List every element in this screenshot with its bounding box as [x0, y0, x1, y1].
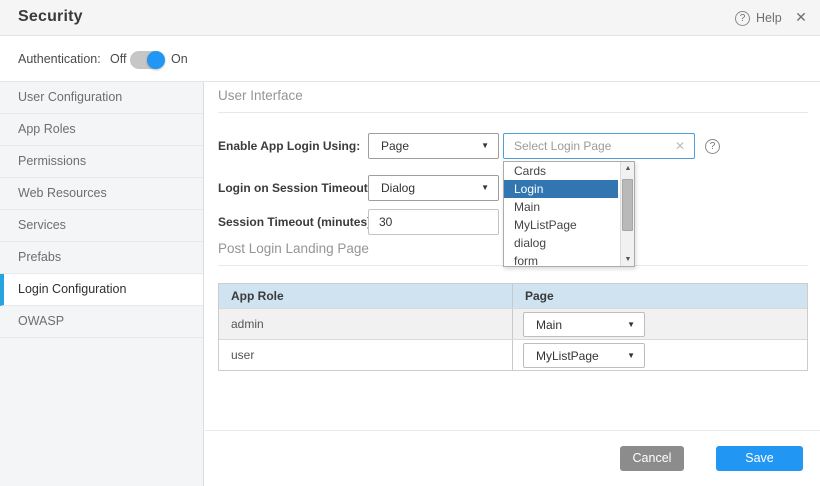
dropdown-option-main[interactable]: Main	[504, 198, 618, 216]
chevron-down-icon: ▼	[627, 313, 635, 337]
enable-app-login-label: Enable App Login Using:	[218, 133, 360, 159]
session-timeout-mode-label: Login on Session Timeout:	[218, 175, 372, 201]
security-dialog: Security ? Help ✕ Authentication: Off On…	[0, 0, 820, 486]
sidebar-item-web-resources[interactable]: Web Resources	[0, 178, 203, 210]
page-title: Security	[18, 8, 83, 26]
sidebar-item-services[interactable]: Services	[0, 210, 203, 242]
chevron-down-icon: ▼	[627, 344, 635, 368]
user-landing-page-select[interactable]: MyListPage ▼	[523, 343, 645, 368]
chevron-down-icon: ▼	[481, 134, 489, 158]
chevron-down-icon: ▼	[481, 176, 489, 200]
authentication-row: Authentication: Off On	[0, 36, 820, 82]
cancel-button[interactable]: Cancel	[620, 446, 684, 471]
clear-input-icon[interactable]: ✕	[672, 138, 688, 154]
login-page-dropdown-list: Cards Login Main MyListPage dialog form …	[503, 161, 635, 267]
dialog-header: Security ? Help ✕	[0, 0, 820, 36]
admin-landing-page-select[interactable]: Main ▼	[523, 312, 645, 337]
sidebar: User Configuration App Roles Permissions…	[0, 82, 204, 486]
help-label: Help	[756, 11, 782, 25]
help-button[interactable]: ? Help	[735, 9, 782, 27]
save-button[interactable]: Save	[716, 446, 803, 471]
authentication-toggle[interactable]	[130, 51, 164, 69]
app-role-cell: user	[219, 340, 513, 370]
session-timeout-mode-select-value: Dialog	[381, 181, 415, 195]
column-header-app-role: App Role	[219, 284, 513, 308]
sidebar-item-owasp[interactable]: OWASP	[0, 306, 203, 338]
field-help-icon[interactable]: ?	[705, 139, 720, 154]
app-role-cell: admin	[219, 309, 513, 339]
login-mode-select[interactable]: Page ▼	[368, 133, 499, 159]
toggle-knob	[147, 51, 165, 69]
session-timeout-minutes-label: Session Timeout (minutes):	[218, 209, 375, 235]
table-header-row: App Role Page	[219, 284, 807, 308]
dropdown-option-cards[interactable]: Cards	[504, 162, 618, 180]
admin-landing-page-value: Main	[536, 318, 562, 332]
table-row: admin Main ▼	[219, 308, 807, 339]
dropdown-option-form[interactable]: form	[504, 252, 618, 267]
session-timeout-minutes-input[interactable]	[368, 209, 499, 235]
authentication-label: Authentication:	[18, 52, 101, 66]
landing-page-table: App Role Page admin Main ▼ user MyListPa…	[218, 283, 808, 371]
dropdown-option-login[interactable]: Login	[504, 180, 618, 198]
sidebar-item-prefabs[interactable]: Prefabs	[0, 242, 203, 274]
dropdown-option-dialog[interactable]: dialog	[504, 234, 618, 252]
dropdown-scrollbar[interactable]: ▲ ▼	[620, 162, 634, 266]
close-icon[interactable]: ✕	[792, 8, 810, 26]
column-header-page: Page	[513, 284, 807, 308]
footer-divider	[205, 430, 820, 431]
toggle-on-label: On	[171, 52, 188, 66]
sidebar-item-permissions[interactable]: Permissions	[0, 146, 203, 178]
sidebar-item-user-configuration[interactable]: User Configuration	[0, 82, 203, 114]
user-landing-page-value: MyListPage	[536, 349, 599, 363]
login-mode-select-value: Page	[381, 139, 409, 153]
scroll-down-icon[interactable]: ▼	[621, 253, 635, 266]
user-interface-heading: User Interface	[218, 88, 808, 113]
toggle-off-label: Off	[110, 52, 126, 66]
scroll-up-icon[interactable]: ▲	[621, 162, 635, 175]
session-timeout-mode-select[interactable]: Dialog ▼	[368, 175, 499, 201]
dropdown-option-mylistpage[interactable]: MyListPage	[504, 216, 618, 234]
select-login-page-input[interactable]	[503, 133, 695, 159]
scrollbar-thumb[interactable]	[622, 179, 633, 231]
table-row: user MyListPage ▼	[219, 339, 807, 370]
sidebar-item-login-configuration[interactable]: Login Configuration	[0, 274, 203, 306]
help-icon: ?	[735, 11, 750, 26]
sidebar-item-app-roles[interactable]: App Roles	[0, 114, 203, 146]
